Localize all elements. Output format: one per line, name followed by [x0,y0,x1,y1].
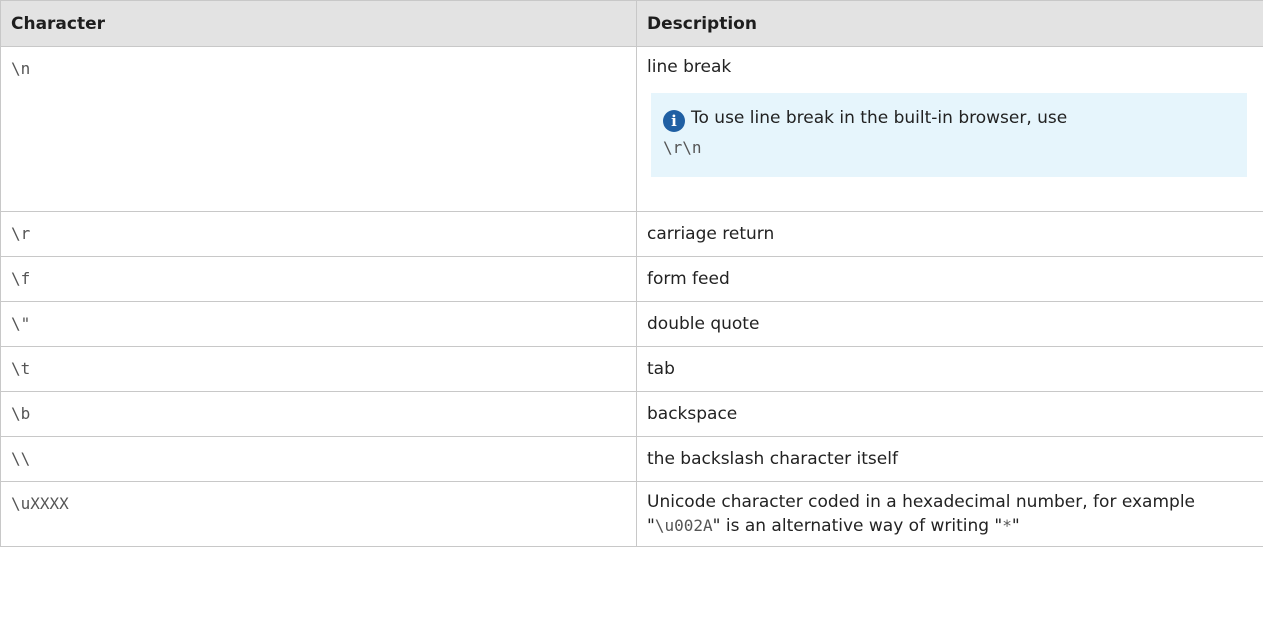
table-row: \r carriage return [0,211,1263,257]
description-cell: Unicode character coded in a hexadecimal… [636,481,1263,547]
character-cell: \" [0,301,637,347]
info-icon: i [663,110,685,132]
table-row: \uXXXX Unicode character coded in a hexa… [0,481,1263,547]
description-code: \u002A [654,516,713,535]
table-row: \f form feed [0,256,1263,302]
description-cell: carriage return [636,211,1263,257]
description-cell: line break i To use line break in the bui… [636,46,1263,212]
character-cell: \b [0,391,637,437]
description-cell: tab [636,346,1263,392]
character-cell: \t [0,346,637,392]
description-cell: form feed [636,256,1263,302]
description-text-part: " [1011,516,1020,536]
description-code: * [1002,516,1012,535]
description-text: line break [647,57,732,77]
note-code: \r\n [663,138,702,157]
info-note: i To use line break in the built-in brows… [651,93,1247,177]
character-cell: \r [0,211,637,257]
table-header-row: Character Description [0,0,1263,47]
column-header-description: Description [636,0,1263,47]
table-row: \\ the backslash character itself [0,436,1263,482]
table-row: \" double quote [0,301,1263,347]
table-row: \n line break i To use line break in the … [0,46,1263,212]
description-cell: the backslash character itself [636,436,1263,482]
character-cell: \uXXXX [0,481,637,547]
description-cell: double quote [636,301,1263,347]
column-header-character: Character [0,0,637,47]
table-row: \t tab [0,346,1263,392]
table-row: \b backspace [0,391,1263,437]
description-text-part: " is an alternative way of writing " [712,516,1003,536]
character-cell: \\ [0,436,637,482]
note-text: To use line break in the built-in browse… [691,108,1068,128]
escape-characters-table: Character Description \n line break i To … [0,0,1263,547]
character-cell: \f [0,256,637,302]
description-cell: backspace [636,391,1263,437]
character-cell: \n [0,46,637,212]
